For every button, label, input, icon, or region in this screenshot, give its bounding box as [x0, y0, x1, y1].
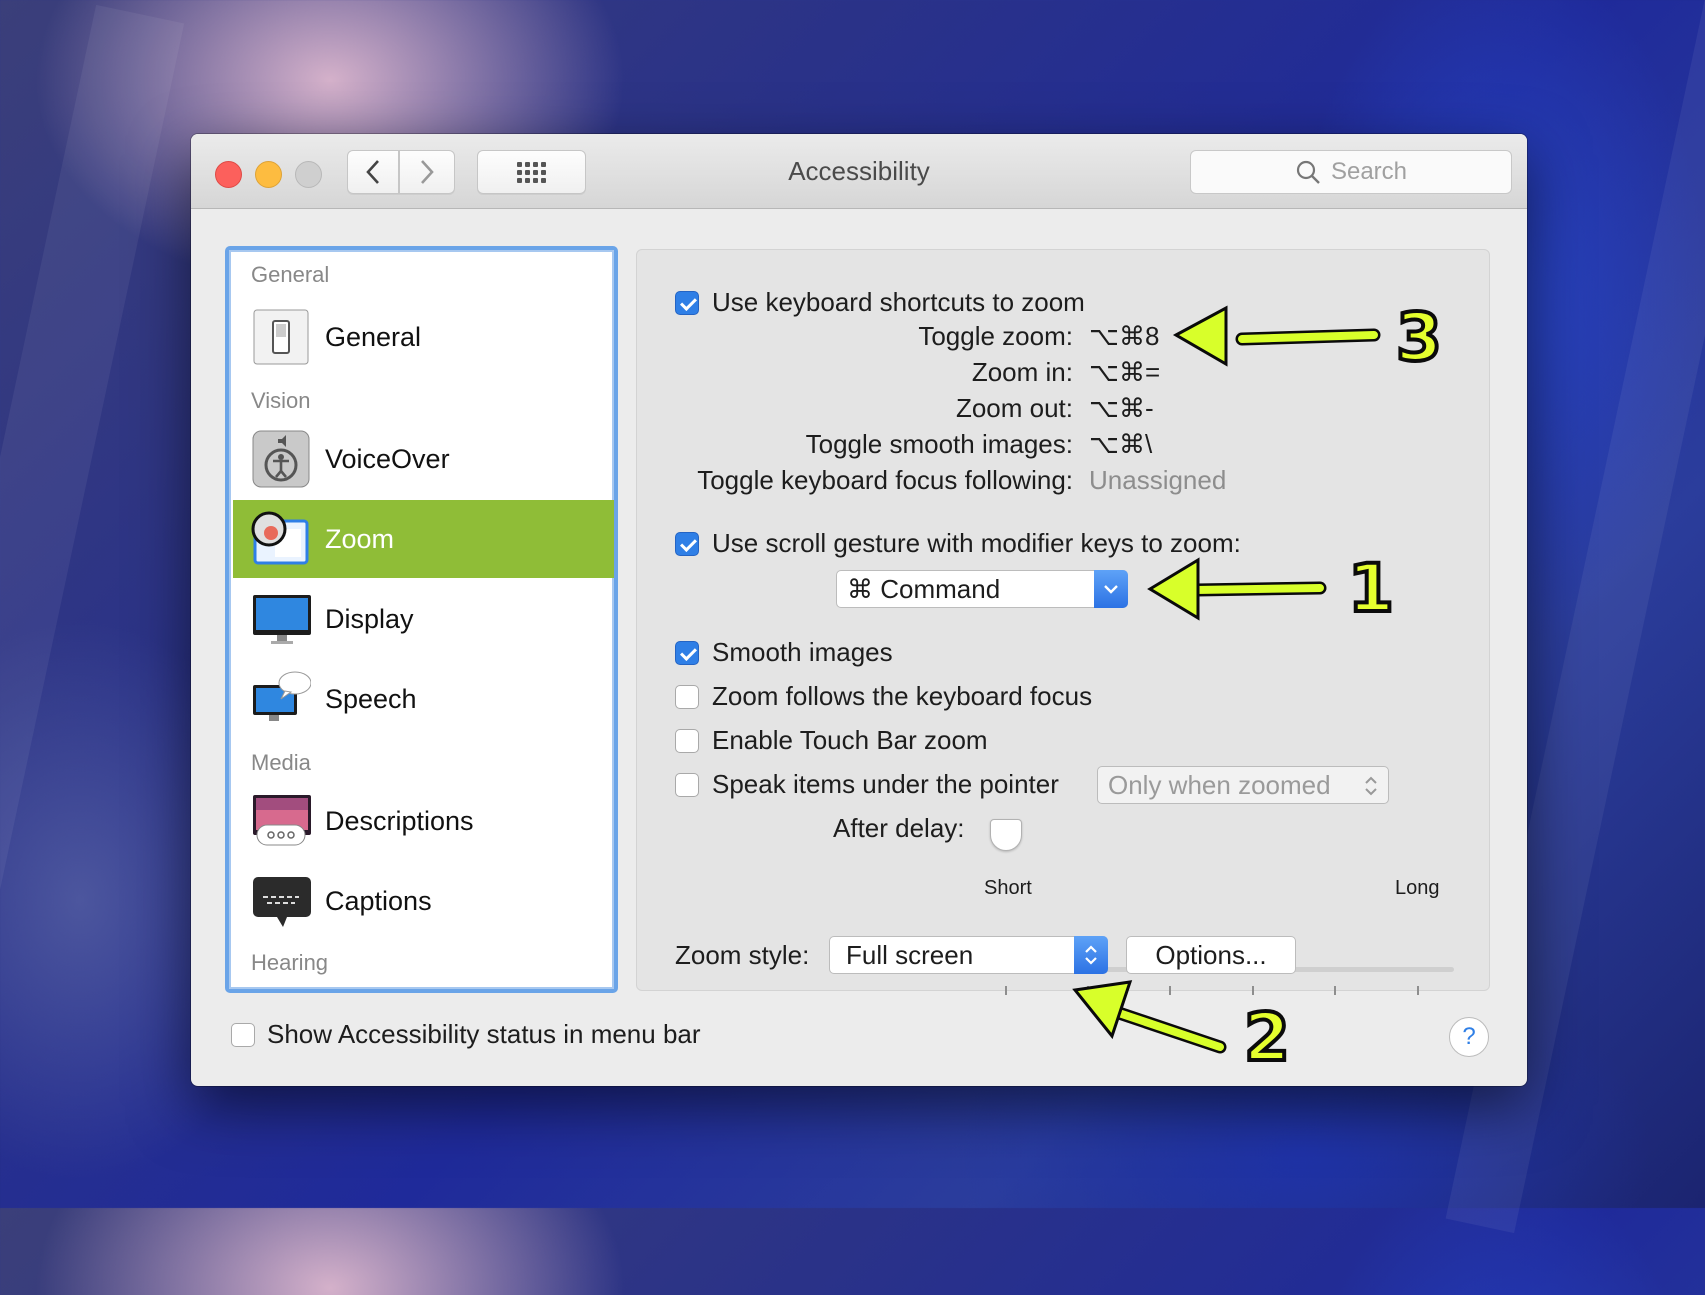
arrow-1-icon	[1147, 557, 1327, 621]
annotation-number-2: 2	[1242, 999, 1292, 1076]
arrow-3-icon	[1172, 305, 1381, 367]
annotation-number-3: 3	[1394, 299, 1444, 376]
annotation-arrows	[1072, 305, 1381, 1054]
arrow-2-icon	[1072, 980, 1227, 1054]
annotation-number-1: 1	[1346, 550, 1396, 627]
